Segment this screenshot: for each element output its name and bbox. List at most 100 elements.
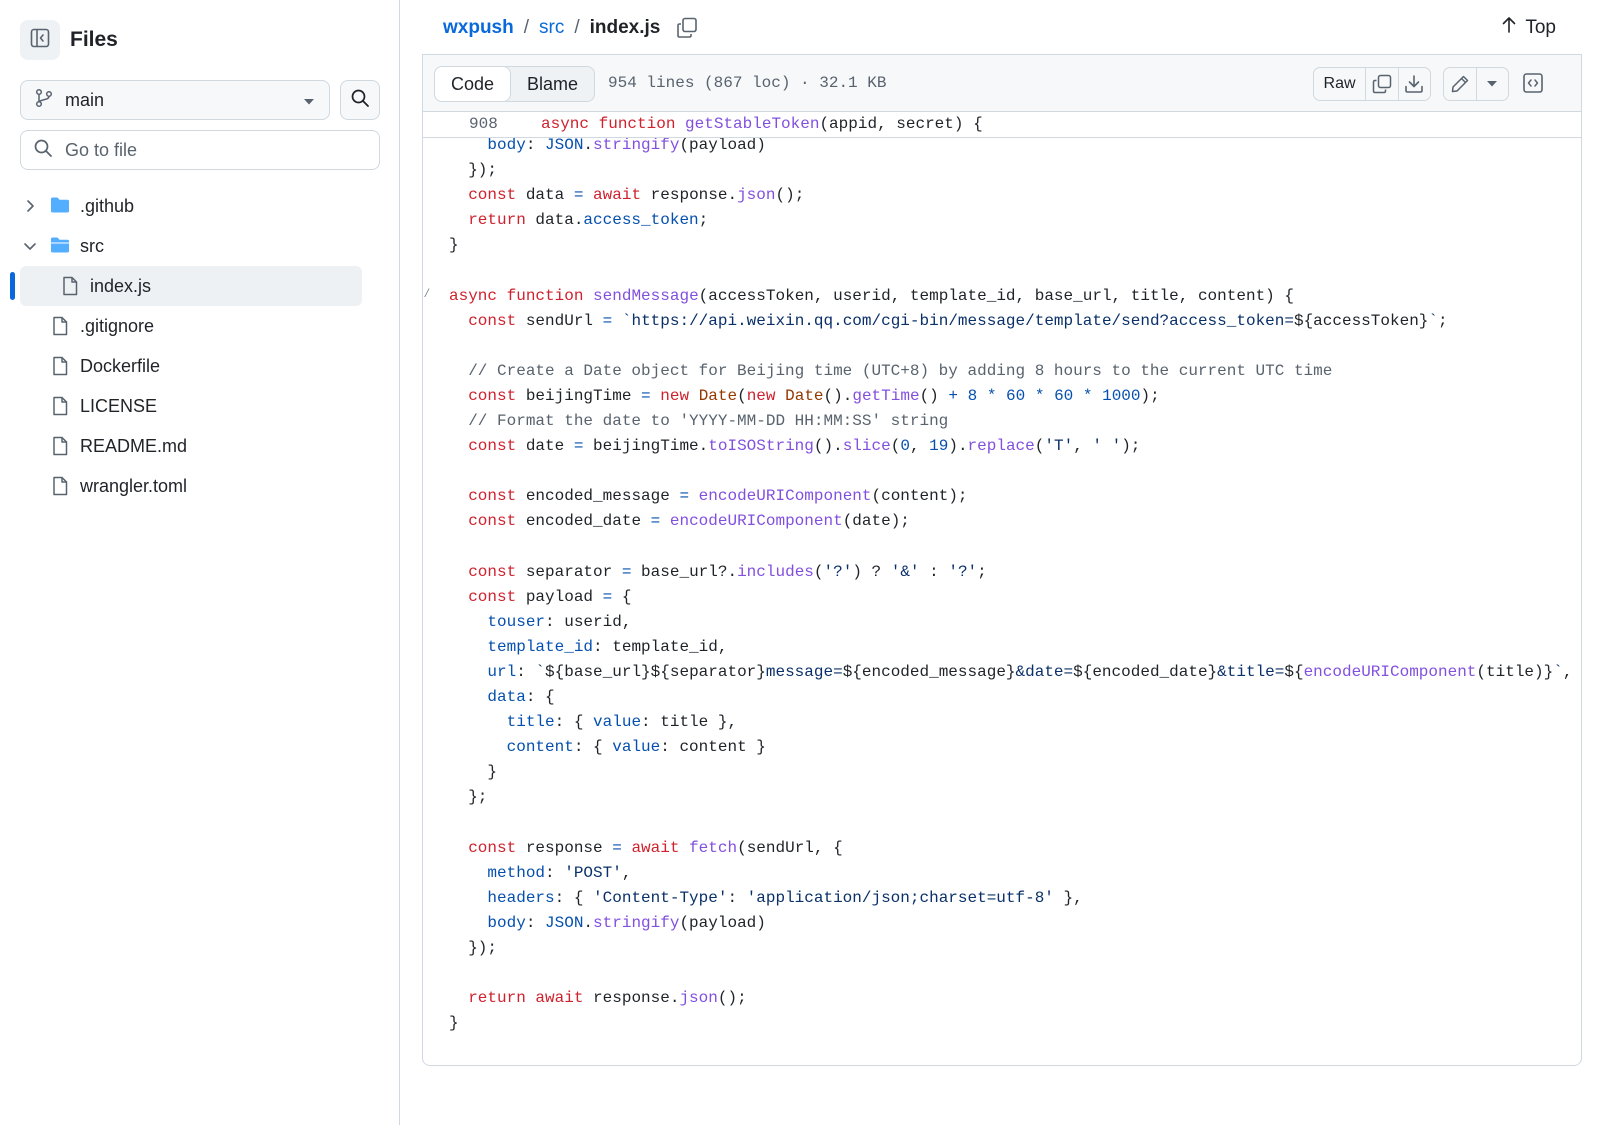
edit-group [1443, 67, 1509, 101]
symbols-panel-button[interactable] [1516, 67, 1550, 99]
arrow-up-icon [1501, 16, 1517, 40]
code-text: (appid, secret) { [819, 115, 983, 133]
file-icon [51, 316, 69, 341]
code-line: const data = await response.json(); [468, 186, 805, 205]
file-tree-sidebar: Files main Go to file .github src index.… [0, 0, 400, 1125]
file-metadata: 954 lines (867 loc) · 32.1 KB [608, 74, 887, 92]
sticky-line-text: async function getStableToken(appid, sec… [541, 112, 983, 136]
code-line: data: { [487, 688, 555, 707]
fold-marker-icon[interactable]: ⁄ [423, 286, 431, 301]
tab-blame[interactable]: Blame [511, 67, 594, 101]
tab-code[interactable]: Code [434, 66, 512, 102]
breadcrumb-separator: / [523, 17, 530, 38]
scroll-to-top-button[interactable]: Top [1501, 16, 1556, 40]
file-viewer: Code Blame 954 lines (867 loc) · 32.1 KB… [422, 54, 1582, 1066]
code-keyword: async function [541, 115, 686, 133]
copy-icon [1372, 74, 1392, 94]
raw-copy-download-group: Raw [1313, 67, 1431, 101]
edit-options-dropdown[interactable] [1475, 68, 1509, 100]
copy-path-button[interactable] [676, 17, 698, 39]
tree-item-label: .github [80, 196, 135, 216]
code-line: async function sendMessage(accessToken, … [449, 286, 1294, 305]
collapse-sidebar-button[interactable] [20, 20, 60, 60]
breadcrumb-current-file: index.js [589, 17, 661, 38]
file-toolbar: Code Blame 954 lines (867 loc) · 32.1 KB… [423, 55, 1581, 112]
tree-item-label: index.js [90, 276, 152, 296]
tree-item-src-folder[interactable]: src [0, 226, 400, 266]
code-area[interactable]: 908 async function getStableToken(appid,… [423, 112, 1581, 1065]
edit-file-button[interactable] [1444, 68, 1476, 100]
chevron-down-icon[interactable] [22, 238, 38, 259]
tree-item-gitignore[interactable]: .gitignore [0, 306, 400, 346]
tree-item-readme[interactable]: README.md [0, 426, 400, 466]
view-toggle: Code Blame [434, 66, 596, 102]
file-tree: .github src index.js .gitignore Dockerfi… [0, 186, 400, 506]
code-line: } [449, 236, 459, 255]
sidebar-collapse-icon [29, 27, 51, 54]
file-icon [51, 436, 69, 461]
download-button[interactable] [1397, 68, 1430, 100]
branch-name: main [65, 89, 105, 110]
code-line: // Format the date to 'YYYY-MM-DD HH:MM:… [468, 412, 949, 431]
branch-selector[interactable]: main [20, 80, 330, 120]
code-line: method: 'POST', [487, 863, 632, 882]
code-line: const payload = { [468, 587, 632, 606]
tree-item-label: src [80, 236, 104, 256]
code-line: const sendUrl = `https://api.weixin.qq.c… [468, 311, 1448, 330]
sticky-function-header[interactable]: 908 async function getStableToken(appid,… [423, 112, 1581, 138]
chevron-right-icon[interactable] [22, 198, 38, 219]
code-line: }); [449, 161, 498, 180]
code-line: // Create a Date object for Beijing time… [468, 361, 1333, 380]
tree-item-label: Dockerfile [80, 356, 161, 376]
sidebar-header: Files [20, 20, 118, 60]
caret-down-icon [1487, 81, 1498, 87]
tree-item-label: wrangler.toml [80, 476, 188, 496]
selection-indicator [10, 272, 15, 300]
symbols-panel-group [1516, 67, 1550, 101]
code-line: url: `${base_url}${separator}message=${e… [487, 662, 1573, 681]
tree-item-dockerfile[interactable]: Dockerfile [0, 346, 400, 386]
go-to-file-field [20, 130, 380, 170]
file-icon [51, 356, 69, 381]
code-lines: body: JSON.stringify(payload) }); const … [449, 133, 1572, 1036]
code-line: body: JSON.stringify(payload) [487, 913, 766, 932]
tree-item-wrangler-toml[interactable]: wrangler.toml [0, 466, 400, 506]
copy-raw-button[interactable] [1365, 68, 1397, 100]
breadcrumb-folder-link[interactable]: src [539, 17, 564, 39]
breadcrumb-separator: / [574, 17, 580, 38]
copy-icon [677, 17, 698, 38]
tree-item-github-folder[interactable]: .github [0, 186, 400, 226]
tree-item-label: .gitignore [80, 316, 155, 336]
code-line: const encoded_date = encodeURIComponent(… [468, 512, 910, 531]
search-files-button[interactable] [340, 80, 380, 120]
top-label: Top [1525, 17, 1556, 38]
code-line: const separator = base_url?.includes('?'… [468, 562, 987, 581]
git-branch-icon [35, 88, 53, 113]
code-line: const date = beijingTime.toISOString().s… [468, 437, 1141, 456]
download-icon [1405, 75, 1424, 93]
search-icon [33, 138, 53, 163]
breadcrumb-repo-link[interactable]: wxpush [443, 17, 514, 39]
code-line: content: { value: content } [506, 738, 766, 757]
tree-item-label: README.md [80, 436, 188, 456]
tree-item-index-js[interactable]: index.js [0, 266, 400, 306]
code-line: const beijingTime = new Date(new Date().… [468, 386, 1160, 405]
file-icon [51, 396, 69, 421]
folder-open-icon [50, 236, 70, 259]
file-icon [51, 476, 69, 501]
raw-button[interactable]: Raw [1314, 68, 1365, 100]
code-line: }); [449, 939, 498, 957]
sidebar-title: Files [70, 28, 118, 51]
pencil-icon [1451, 75, 1468, 93]
code-line: } [449, 763, 498, 782]
tree-item-license[interactable]: LICENSE [0, 386, 400, 426]
code-function: getStableToken [685, 115, 820, 133]
code-line: touser: userid, [487, 612, 632, 631]
code-line: headers: { 'Content-Type': 'application/… [487, 888, 1083, 907]
go-to-file-input[interactable] [63, 138, 367, 162]
